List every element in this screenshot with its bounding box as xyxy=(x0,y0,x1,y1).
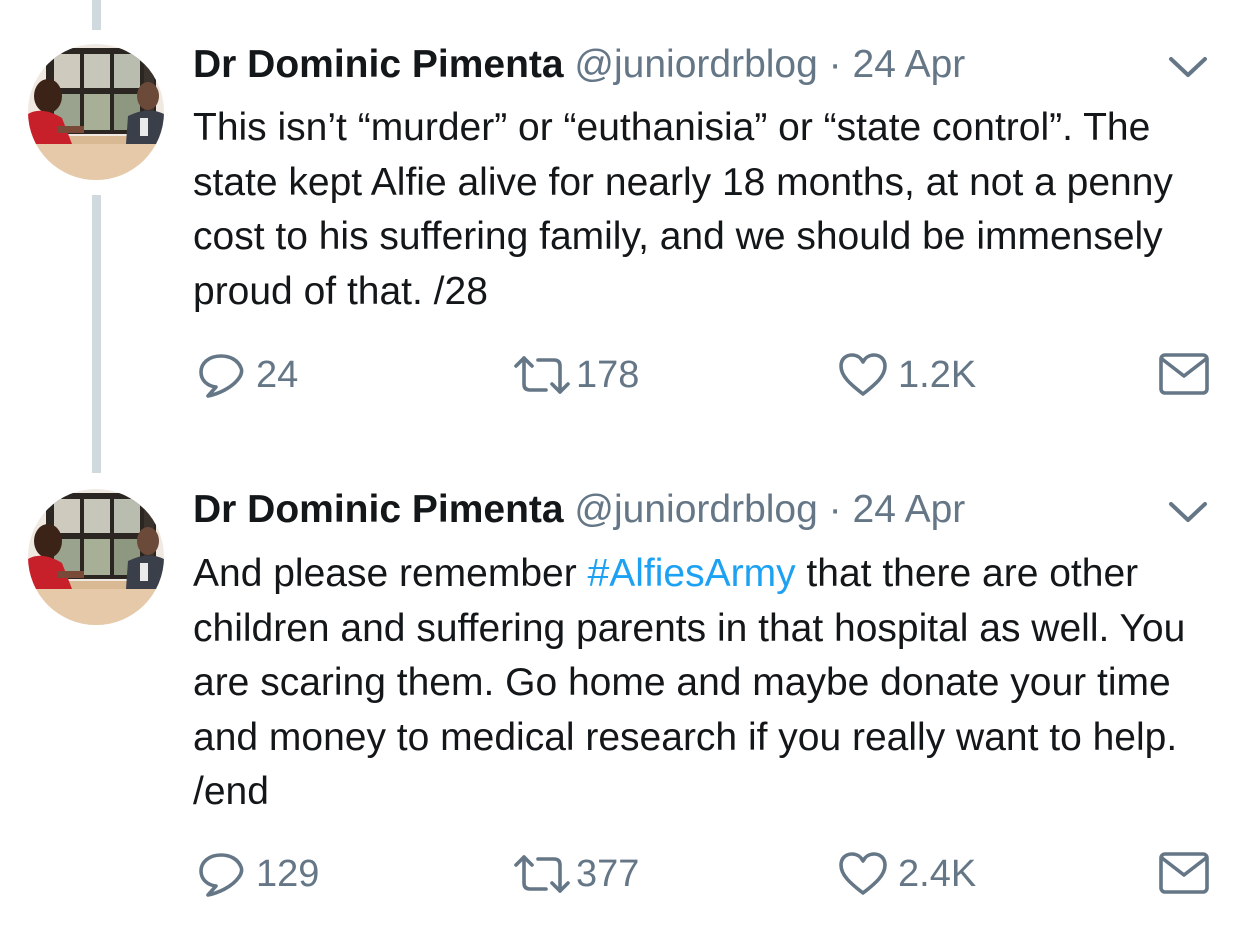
chevron-down-icon[interactable] xyxy=(1166,497,1210,527)
tweet[interactable]: Dr Dominic Pimenta @juniordrblog · 24 Ap… xyxy=(0,0,1242,473)
retweet-count: 178 xyxy=(576,354,640,396)
retweet-button[interactable]: 377 xyxy=(512,849,639,899)
retweet-icon xyxy=(512,849,572,899)
retweet-button[interactable]: 178 xyxy=(512,350,639,400)
avatar[interactable] xyxy=(28,489,164,625)
direct-message-icon xyxy=(1158,849,1210,899)
reply-button[interactable]: 129 xyxy=(196,849,319,899)
like-button[interactable]: 1.2K xyxy=(836,350,976,400)
retweet-icon xyxy=(512,350,572,400)
direct-message-button[interactable] xyxy=(1158,350,1210,400)
tweet-header: Dr Dominic Pimenta @juniordrblog · 24 Ap… xyxy=(193,485,965,535)
like-icon xyxy=(836,849,890,899)
direct-message-button[interactable] xyxy=(1158,849,1210,899)
direct-message-icon xyxy=(1158,350,1210,400)
reply-count: 129 xyxy=(256,853,320,895)
separator: · xyxy=(828,488,842,531)
author-name[interactable]: Dr Dominic Pimenta xyxy=(193,43,564,86)
tweet-date[interactable]: 24 Apr xyxy=(853,488,966,531)
reply-icon xyxy=(196,350,246,400)
author-handle[interactable]: @juniordrblog xyxy=(574,43,817,86)
avatar[interactable] xyxy=(28,44,164,180)
retweet-count: 377 xyxy=(576,853,640,895)
reply-icon xyxy=(196,849,246,899)
tweet-actions: 24 178 1.2K xyxy=(0,350,1242,400)
separator: · xyxy=(828,43,842,86)
author-handle[interactable]: @juniordrblog xyxy=(574,488,817,531)
tweet-text: This isn’t “murder” or “euthanisia” or “… xyxy=(193,101,1233,319)
hashtag-link[interactable]: #AlfiesArmy xyxy=(588,552,796,595)
tweet-text-segment: This isn’t “murder” or “euthanisia” or “… xyxy=(193,106,1173,313)
reply-button[interactable]: 24 xyxy=(196,350,298,400)
reply-count: 24 xyxy=(256,354,299,396)
chevron-down-icon[interactable] xyxy=(1166,52,1210,82)
tweet-date[interactable]: 24 Apr xyxy=(853,43,966,86)
like-count: 1.2K xyxy=(898,354,977,396)
tweet[interactable]: Dr Dominic Pimenta @juniordrblog · 24 Ap… xyxy=(0,473,1242,930)
like-icon xyxy=(836,350,890,400)
like-button[interactable]: 2.4K xyxy=(836,849,976,899)
tweet-text: And please remember #AlfiesArmy that the… xyxy=(193,547,1233,820)
tweet-actions: 129 377 2.4K xyxy=(0,849,1242,899)
like-count: 2.4K xyxy=(898,853,977,895)
author-name[interactable]: Dr Dominic Pimenta xyxy=(193,488,564,531)
tweet-text-segment: And please remember xyxy=(193,552,588,595)
tweet-header: Dr Dominic Pimenta @juniordrblog · 24 Ap… xyxy=(193,40,965,90)
